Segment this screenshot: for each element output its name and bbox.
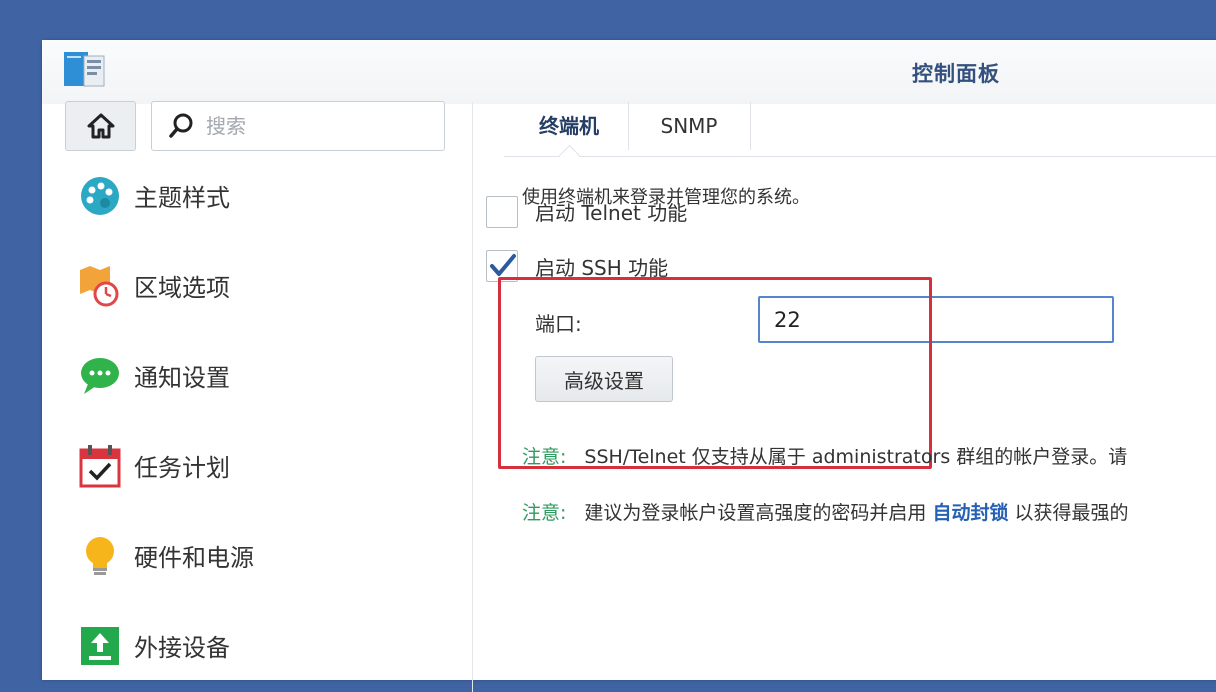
sidebar-item-external-devices[interactable]: 外接设备 <box>78 620 458 670</box>
sidebar-item-region[interactable]: 区域选项 <box>78 260 458 310</box>
advanced-settings-button[interactable]: 高级设置 <box>535 356 673 402</box>
chat-bubble-icon <box>81 358 119 394</box>
sidebar-item-hardware-power[interactable]: 硬件和电源 <box>78 530 458 580</box>
tab-snmp[interactable]: SNMP <box>628 102 751 150</box>
sidebar-item-label: 区域选项 <box>134 274 230 302</box>
tab-bar: 终端机 SNMP <box>504 102 1216 167</box>
sidebar-item-notification[interactable]: 通知设置 <box>78 350 458 400</box>
window-title: 控制面板 <box>912 62 1000 86</box>
control-panel-app-icon <box>64 52 105 87</box>
auto-block-link[interactable]: 自动封锁 <box>932 502 1008 524</box>
note-text: SSH/Telnet 仅支持从属于 administrators 群组的帐户登录… <box>584 446 1128 468</box>
search-input[interactable] <box>204 111 428 141</box>
title-bar: 控制面板 <box>42 40 1216 104</box>
sidebar-item-label: 外接设备 <box>134 634 230 662</box>
sidebar-item-label: 硬件和电源 <box>134 544 254 572</box>
ssh-checkbox[interactable] <box>486 250 518 282</box>
sidebar-item-label: 主题样式 <box>134 184 230 212</box>
checkmark-icon <box>490 254 516 276</box>
note-1: 注意: SSH/Telnet 仅支持从属于 administrators 群组的帐… <box>522 442 1127 469</box>
tab-terminal[interactable]: 终端机 <box>510 102 629 150</box>
region-clock-icon <box>80 266 119 307</box>
search-icon <box>169 113 193 138</box>
telnet-checkbox[interactable] <box>486 196 518 228</box>
sidebar-item-label: 任务计划 <box>134 454 230 482</box>
sidebar-item-task-scheduler[interactable]: 任务计划 <box>78 440 458 490</box>
ssh-label: 启动 SSH 功能 <box>535 256 669 280</box>
sidebar-item-label: 通知设置 <box>134 364 230 392</box>
note-text: 建议为登录帐户设置高强度的密码并启用 <box>584 502 927 524</box>
sidebar-divider <box>472 102 473 692</box>
home-button[interactable] <box>65 101 136 151</box>
palette-icon <box>81 177 119 215</box>
note-tag: 注意: <box>522 446 567 468</box>
sidebar-item-theme[interactable]: 主题样式 <box>78 170 458 220</box>
telnet-label: 启动 Telnet 功能 <box>535 201 688 225</box>
port-input[interactable] <box>758 296 1114 343</box>
note-tag: 注意: <box>522 502 567 524</box>
search-box[interactable] <box>151 101 445 151</box>
calendar-check-icon <box>79 445 121 488</box>
home-icon <box>87 113 114 139</box>
lightbulb-icon <box>86 537 114 575</box>
note-text-after: 以获得最强的 <box>1014 502 1129 524</box>
port-label: 端口: <box>535 312 582 336</box>
note-2: 注意: 建议为登录帐户设置高强度的密码并启用 自动封锁 以获得最强的 <box>522 498 1129 525</box>
external-device-icon <box>81 627 119 665</box>
